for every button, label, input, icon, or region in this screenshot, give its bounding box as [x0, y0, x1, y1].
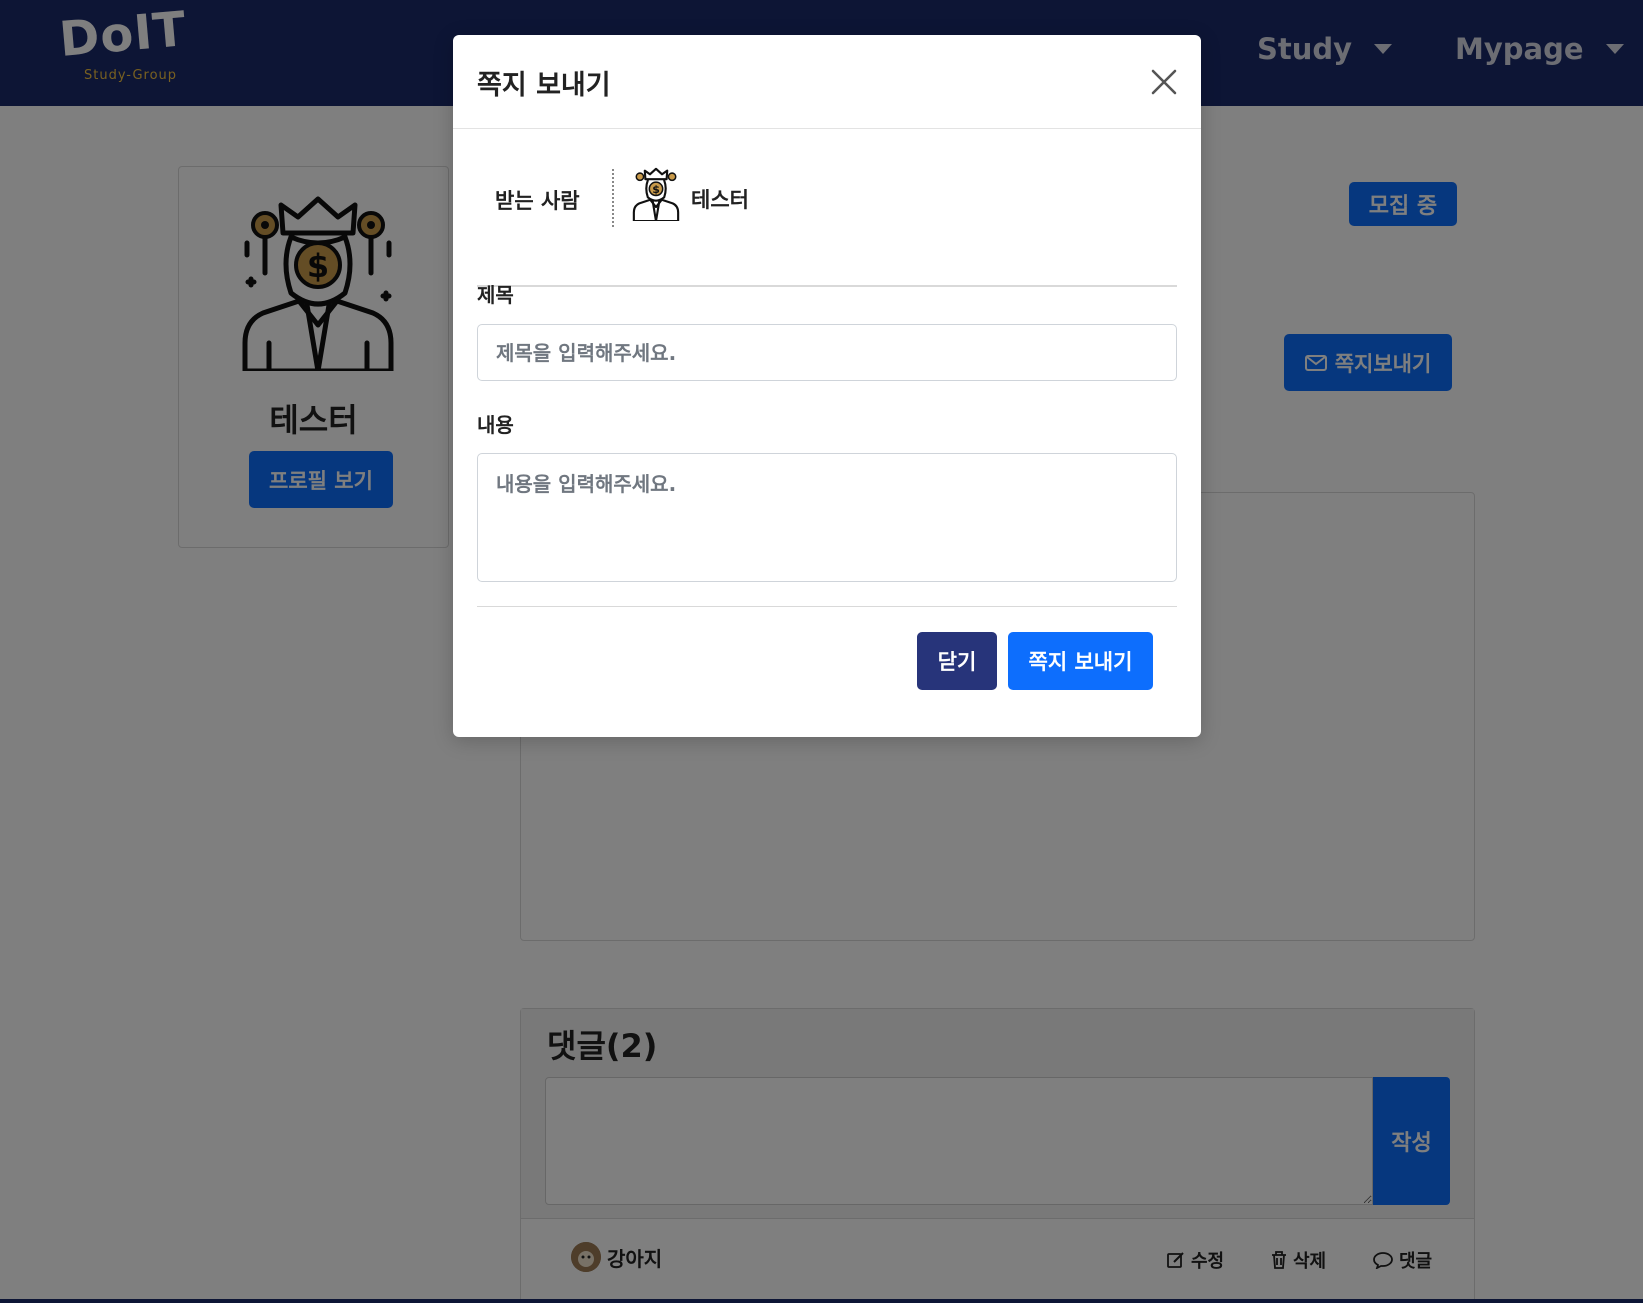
recipient-row: 받는 사람 $ 테스터: [477, 129, 1177, 287]
message-body-input[interactable]: [477, 453, 1177, 582]
recipient-label: 받는 사람: [495, 189, 580, 213]
money-bag-businessman-icon: $: [632, 167, 680, 221]
modal-header: 쪽지 보내기: [453, 35, 1201, 129]
recipient-name: 테스터: [691, 188, 749, 212]
close-button[interactable]: 닫기: [917, 632, 997, 690]
svg-text:$: $: [652, 183, 660, 196]
close-icon[interactable]: [1149, 67, 1179, 97]
send-message-modal: 쪽지 보내기 받는 사람 $ 테스터 제목 내용 닫기 쪽지 보내기: [453, 35, 1201, 737]
title-label: 제목: [477, 283, 514, 307]
footer-divider: [477, 606, 1177, 607]
modal-title: 쪽지 보내기: [477, 70, 611, 101]
message-title-input[interactable]: [477, 324, 1177, 381]
send-button[interactable]: 쪽지 보내기: [1008, 632, 1153, 690]
divider: [612, 169, 614, 227]
body-label: 내용: [477, 413, 514, 437]
